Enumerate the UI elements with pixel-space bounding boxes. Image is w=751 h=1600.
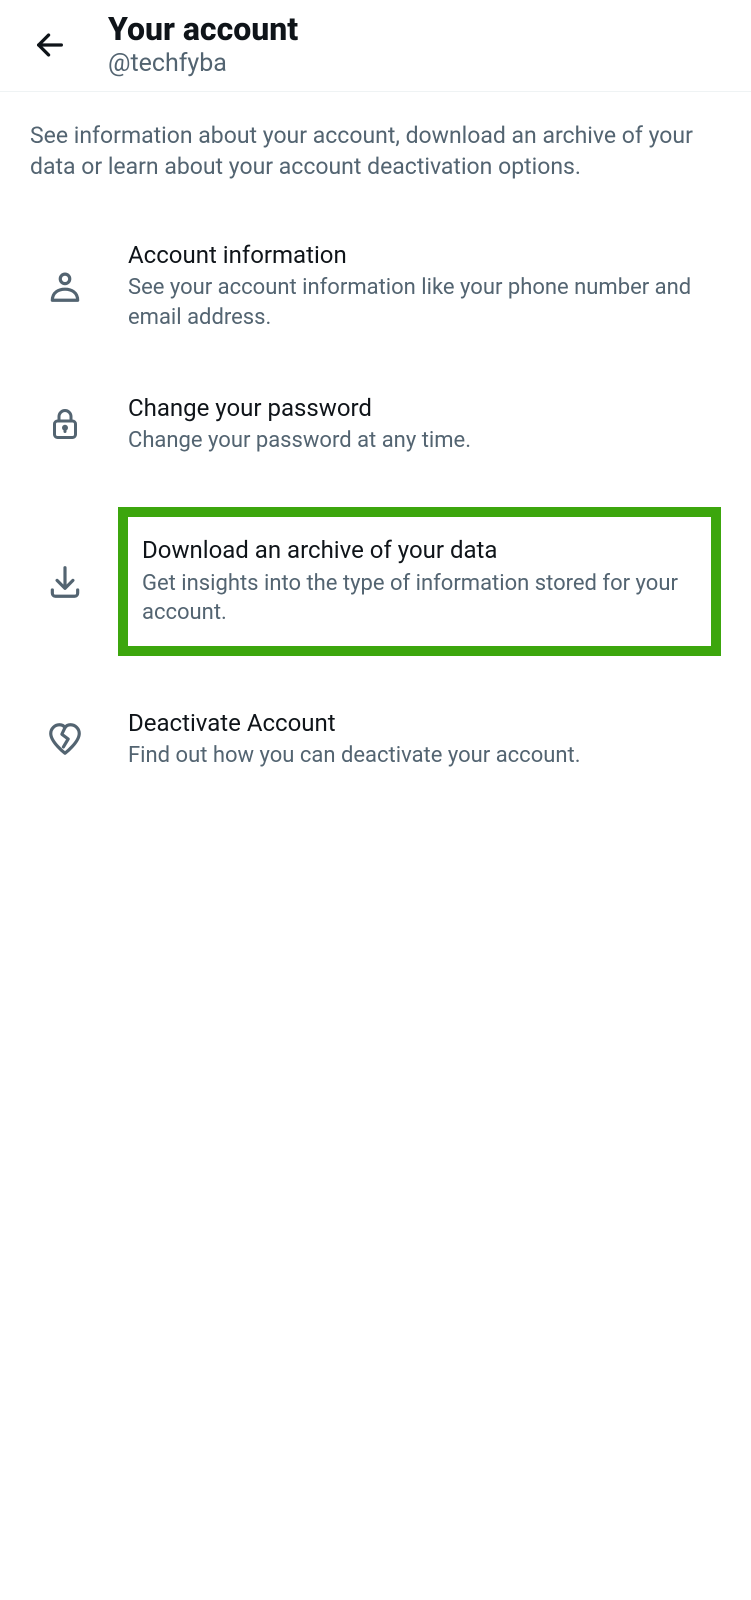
menu-download-archive[interactable]: Download an archive of your data Get ins…	[0, 485, 751, 678]
header: Your account @techfyba	[0, 0, 751, 92]
page-title: Your account	[108, 10, 298, 48]
menu-title: Change your password	[128, 393, 711, 424]
person-icon	[30, 261, 100, 311]
menu-desc: See your account information like your p…	[128, 273, 711, 332]
menu-title: Account information	[128, 240, 711, 271]
page-description: See information about your account, down…	[0, 92, 751, 210]
menu-title: Deactivate Account	[128, 708, 711, 739]
menu-change-password[interactable]: Change your password Change your passwor…	[0, 363, 751, 486]
menu-desc: Get insights into the type of informatio…	[142, 569, 697, 628]
header-titles: Your account @techfyba	[108, 10, 298, 81]
back-button[interactable]	[30, 25, 70, 65]
menu-desc: Find out how you can deactivate your acc…	[128, 741, 711, 771]
download-icon	[30, 557, 100, 607]
menu-title: Download an archive of your data	[142, 535, 697, 566]
heart-broken-icon	[30, 714, 100, 764]
lock-icon	[30, 399, 100, 449]
arrow-left-icon	[33, 28, 67, 62]
user-handle: @techfyba	[108, 48, 298, 81]
menu-deactivate-account[interactable]: Deactivate Account Find out how you can …	[0, 678, 751, 801]
menu-account-information[interactable]: Account information See your account inf…	[0, 210, 751, 363]
menu-desc: Change your password at any time.	[128, 426, 711, 456]
